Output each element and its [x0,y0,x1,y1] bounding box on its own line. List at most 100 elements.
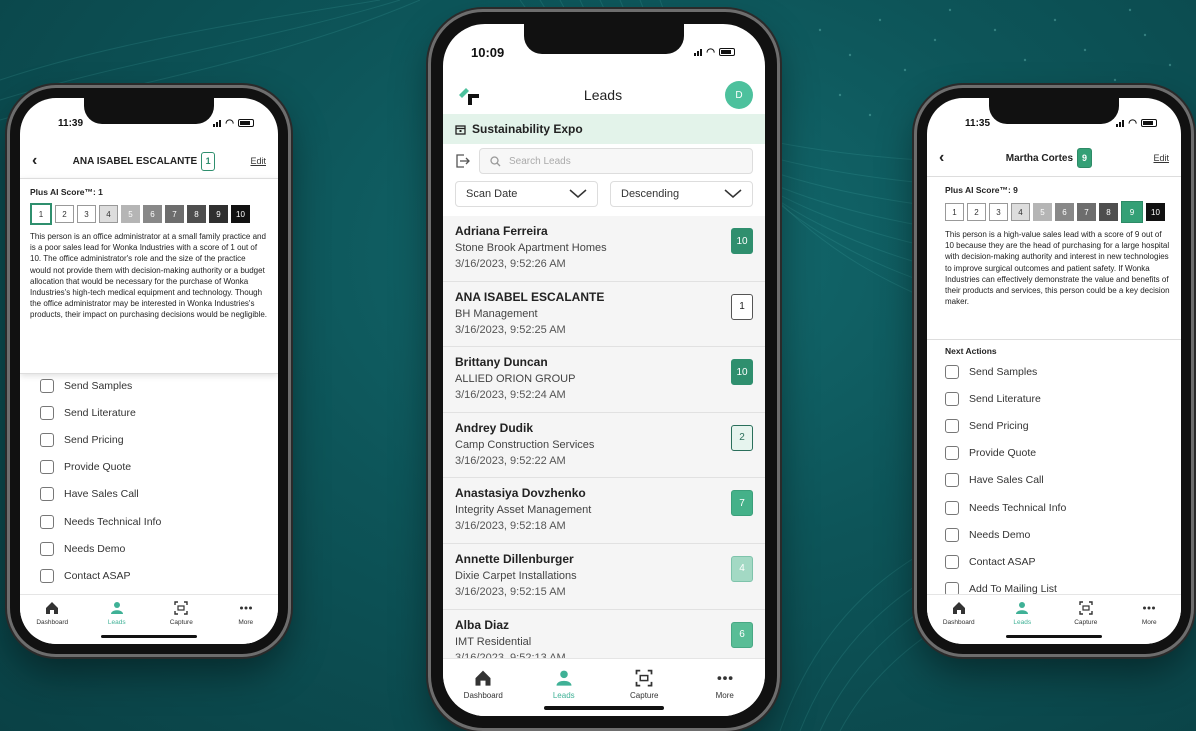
lead-name: Annette Dillenburger [455,551,574,566]
checkbox[interactable] [40,460,54,475]
person-icon [555,667,573,689]
score-option-1: 1 [30,203,52,225]
center-phone: 10:09 ◠ Leads D Sustainability Expo Sear… [431,12,777,728]
score-option-3: 3 [77,205,96,223]
action-item[interactable]: Contact ASAP [945,548,1171,575]
tab-more[interactable]: More [685,669,766,716]
sort-field-select[interactable]: Scan Date [455,181,598,207]
action-item[interactable]: Send Pricing [945,412,1171,439]
action-item[interactable]: Needs Demo [945,521,1171,548]
checkbox[interactable] [40,432,54,447]
home-indicator[interactable] [1006,635,1102,638]
action-label: Contact ASAP [64,569,131,582]
action-item[interactable]: Send Literature [945,385,1171,412]
scan-icon [635,667,654,689]
checkbox[interactable] [945,473,959,488]
lead-row[interactable]: Anastasiya Dovzhenko Integrity Asset Mana… [443,478,765,544]
lead-row[interactable]: Andrey Dudik Camp Construction Services 3/… [443,412,765,479]
action-label: Have Sales Call [64,488,139,501]
score-option-8: 8 [187,205,206,223]
checkbox[interactable] [40,405,54,420]
app-logo-icon[interactable] [457,83,481,107]
center-phone-screen: 10:09 ◠ Leads D Sustainability Expo Sear… [443,24,765,716]
score-option-6: 6 [143,205,162,223]
lead-name: Andrey Dudik [455,420,534,435]
lead-row[interactable]: Annette Dillenburger Dixie Carpet Install… [443,543,765,610]
search-placeholder: Search Leads [509,155,571,167]
status-icons: ◠ [213,118,254,129]
action-label: Send Samples [969,365,1038,378]
ai-score-panel: Plus AI Score™: 9 1 2 3 4 5 6 7 8 9 10 This perso… [927,176,1181,340]
tab-label: Dashboard [36,619,69,626]
checkbox[interactable] [945,364,959,379]
user-avatar[interactable]: D [725,81,753,109]
edit-button[interactable]: Edit [250,156,266,166]
checkbox[interactable] [40,568,54,583]
action-label: Needs Demo [969,528,1031,541]
lead-info: Annette Dillenburger Dixie Carpet Install… [455,552,577,609]
action-item[interactable]: Needs Technical Info [40,508,268,535]
score-option-8: 8 [1099,203,1118,221]
lead-name: ANA ISABEL ESCALANTE [72,155,198,167]
lead-name-title: Martha Cortes 9 [944,148,1153,168]
checkbox[interactable] [40,487,54,502]
tab-label: Capture [1074,619,1098,626]
action-item[interactable]: Send Samples [40,372,268,399]
tab-label: Capture [630,690,659,700]
left-phone-screen: 11:39 ◠ ‹ ANA ISABEL ESCALANTE 1 Edit Pl… [20,98,278,644]
action-item[interactable]: Provide Quote [40,454,268,481]
tab-more[interactable]: More [214,601,279,644]
lead-row[interactable]: Alba DiazIMT Residential3/16/2023, 9:52:… [443,609,765,664]
search-input[interactable]: Search Leads [479,148,753,174]
action-item[interactable]: Send Pricing [40,426,268,453]
page-title: Leads [583,87,623,103]
tab-dashboard[interactable]: Dashboard [443,669,524,716]
ai-score-explanation: This person is a high-value sales lead w… [945,230,1170,307]
lead-row[interactable]: ANA ISABEL ESCALANTE BH Management 3/16/20… [443,281,765,348]
checkbox[interactable] [945,500,959,515]
checkbox[interactable] [945,418,959,433]
action-label: Have Sales Call [969,474,1044,487]
action-label: Send Samples [64,379,133,392]
score-option-10: 10 [231,205,250,223]
action-label: Send Literature [969,392,1041,405]
action-item[interactable]: Have Sales Call [40,481,268,508]
action-item[interactable]: Needs Demo [40,535,268,562]
action-item[interactable]: Have Sales Call [945,467,1171,494]
sort-order-select[interactable]: Descending [610,181,753,207]
checkbox[interactable] [40,378,54,393]
score-option-4: 4 [1011,203,1030,221]
lead-score-badge: 2 [731,424,753,451]
lead-company: BH Management [455,307,538,320]
logout-icon[interactable] [455,154,471,168]
action-item[interactable]: Send Literature [40,399,268,426]
lead-row[interactable]: Brittany Duncan ALLIED ORION GROUP 3/16/20… [443,347,765,413]
action-item[interactable]: Send Samples [945,358,1171,385]
right-phone: 11:35 ◠ ‹ Martha Cortes 9 Edit Plus AI S… [917,88,1191,654]
checkbox[interactable] [945,391,959,406]
tab-dashboard[interactable]: Dashboard [927,601,991,644]
action-item[interactable]: Needs Technical Info [945,494,1171,521]
checkbox[interactable] [40,541,54,556]
lead-name: ANA ISABEL ESCALANTE [455,289,605,304]
checkbox[interactable] [945,527,959,542]
tab-more[interactable]: More [1118,601,1182,644]
tab-dashboard[interactable]: Dashboard [20,601,85,644]
action-label: Provide Quote [64,461,132,474]
lead-name: Martha Cortes [1005,152,1074,164]
checkbox[interactable] [945,446,959,461]
wifi-icon: ◠ [706,46,715,58]
home-indicator[interactable] [101,635,197,638]
lead-row[interactable]: Adriana Ferreira Stone Brook Apartment Ho… [443,216,765,282]
edit-button[interactable]: Edit [1153,153,1169,163]
lead-date: 3/16/2023, 9:52:25 AM [455,323,566,336]
action-item[interactable]: Provide Quote [945,440,1171,467]
checkbox[interactable] [945,554,959,569]
event-selector[interactable]: Sustainability Expo [443,114,765,144]
score-option-6: 6 [1055,203,1074,221]
home-indicator[interactable] [544,706,664,710]
action-item[interactable]: Contact ASAP [40,562,268,589]
more-dots-icon [1142,601,1156,615]
lead-detail-header: ‹ ANA ISABEL ESCALANTE 1 Edit [20,150,278,172]
checkbox[interactable] [40,514,54,529]
